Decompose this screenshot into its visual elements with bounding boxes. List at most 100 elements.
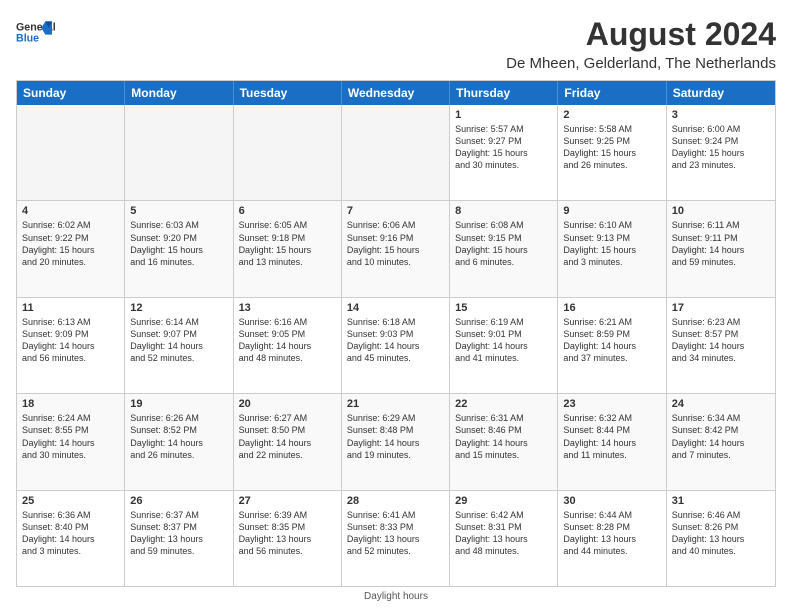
day-cell-4: 4Sunrise: 6:02 AM Sunset: 9:22 PM Daylig…: [17, 201, 125, 296]
day-cell-13: 13 Sunrise: 6:16 AM Sunset: 9:05 PM Dayli…: [234, 298, 342, 393]
calendar: SundayMondayTuesdayWednesdayThursdayFrid…: [16, 80, 776, 587]
cell-info: Sunrise: 6:32 AM Sunset: 8:44 PM Dayligh…: [563, 412, 660, 461]
day-number: 13: [239, 302, 336, 314]
day-number: 31: [672, 495, 770, 507]
cell-info: Sunrise: 6:31 AM Sunset: 8:46 PM Dayligh…: [455, 412, 552, 461]
day-number: 14: [347, 302, 444, 314]
cell-info: Sunrise: 6:37 AM Sunset: 8:37 PM Dayligh…: [130, 509, 227, 558]
cell-info: Sunrise: 6:24 AM Sunset: 8:55 PM Dayligh…: [22, 412, 119, 461]
day-cell-15: 15 Sunrise: 6:19 AM Sunset: 9:01 PM Dayli…: [450, 298, 558, 393]
empty-cell: [125, 105, 233, 200]
header-day-saturday: Saturday: [667, 81, 775, 105]
day-cell-25: 25Sunrise: 6:36 AM Sunset: 8:40 PM Dayli…: [17, 491, 125, 586]
page: General Blue August 2024 De Mheen, Gelde…: [0, 0, 792, 612]
day-cell-30: 30 Sunrise: 6:44 AM Sunset: 8:28 PM Dayli…: [558, 491, 666, 586]
day-cell-11: 11Sunrise: 6:13 AM Sunset: 9:09 PM Dayli…: [17, 298, 125, 393]
footer-note: Daylight hours: [16, 591, 776, 602]
logo: General Blue: [16, 16, 56, 52]
day-cell-3: 3 Sunrise: 6:00 AM Sunset: 9:24 PM Daylig…: [667, 105, 775, 200]
cell-info: Sunrise: 6:06 AM Sunset: 9:16 PM Dayligh…: [347, 219, 444, 268]
week-row-2: 4Sunrise: 6:02 AM Sunset: 9:22 PM Daylig…: [17, 200, 775, 296]
day-cell-29: 29Sunrise: 6:42 AM Sunset: 8:31 PM Dayli…: [450, 491, 558, 586]
cell-info: Sunrise: 6:23 AM Sunset: 8:57 PM Dayligh…: [672, 316, 770, 365]
cell-info: Sunrise: 6:41 AM Sunset: 8:33 PM Dayligh…: [347, 509, 444, 558]
header-day-monday: Monday: [125, 81, 233, 105]
day-number: 23: [563, 398, 660, 410]
location: De Mheen, Gelderland, The Netherlands: [506, 55, 776, 72]
cell-info: Sunrise: 6:00 AM Sunset: 9:24 PM Dayligh…: [672, 123, 770, 172]
day-number: 15: [455, 302, 552, 314]
day-number: 9: [563, 205, 660, 217]
cell-info: Sunrise: 6:42 AM Sunset: 8:31 PM Dayligh…: [455, 509, 552, 558]
cell-info: Sunrise: 6:08 AM Sunset: 9:15 PM Dayligh…: [455, 219, 552, 268]
cell-info: Sunrise: 6:26 AM Sunset: 8:52 PM Dayligh…: [130, 412, 227, 461]
day-cell-26: 26 Sunrise: 6:37 AM Sunset: 8:37 PM Dayli…: [125, 491, 233, 586]
cell-info: Sunrise: 6:16 AM Sunset: 9:05 PM Dayligh…: [239, 316, 336, 365]
day-number: 19: [130, 398, 227, 410]
day-number: 22: [455, 398, 552, 410]
cell-info: Sunrise: 6:21 AM Sunset: 8:59 PM Dayligh…: [563, 316, 660, 365]
day-cell-31: 31 Sunrise: 6:46 AM Sunset: 8:26 PM Dayli…: [667, 491, 775, 586]
day-cell-28: 28 Sunrise: 6:41 AM Sunset: 8:33 PM Dayli…: [342, 491, 450, 586]
empty-cell: [234, 105, 342, 200]
cell-info: Sunrise: 6:34 AM Sunset: 8:42 PM Dayligh…: [672, 412, 770, 461]
header-day-friday: Friday: [558, 81, 666, 105]
day-cell-8: 8 Sunrise: 6:08 AM Sunset: 9:15 PM Daylig…: [450, 201, 558, 296]
day-cell-27: 27 Sunrise: 6:39 AM Sunset: 8:35 PM Dayli…: [234, 491, 342, 586]
week-row-3: 11Sunrise: 6:13 AM Sunset: 9:09 PM Dayli…: [17, 297, 775, 393]
cell-info: Sunrise: 5:58 AM Sunset: 9:25 PM Dayligh…: [563, 123, 660, 172]
cell-info: Sunrise: 5:57 AM Sunset: 9:27 PM Dayligh…: [455, 123, 552, 172]
day-cell-7: 7 Sunrise: 6:06 AM Sunset: 9:16 PM Daylig…: [342, 201, 450, 296]
day-number: 3: [672, 109, 770, 121]
week-row-5: 25Sunrise: 6:36 AM Sunset: 8:40 PM Dayli…: [17, 490, 775, 586]
header-day-sunday: Sunday: [17, 81, 125, 105]
empty-cell: [17, 105, 125, 200]
day-number: 2: [563, 109, 660, 121]
day-number: 30: [563, 495, 660, 507]
cell-info: Sunrise: 6:13 AM Sunset: 9:09 PM Dayligh…: [22, 316, 119, 365]
day-number: 18: [22, 398, 119, 410]
month-year: August 2024: [506, 16, 776, 53]
day-number: 12: [130, 302, 227, 314]
day-number: 8: [455, 205, 552, 217]
day-cell-12: 12Sunrise: 6:14 AM Sunset: 9:07 PM Dayli…: [125, 298, 233, 393]
day-cell-16: 16Sunrise: 6:21 AM Sunset: 8:59 PM Dayli…: [558, 298, 666, 393]
day-cell-6: 6 Sunrise: 6:05 AM Sunset: 9:18 PM Daylig…: [234, 201, 342, 296]
day-cell-14: 14 Sunrise: 6:18 AM Sunset: 9:03 PM Dayli…: [342, 298, 450, 393]
cell-info: Sunrise: 6:39 AM Sunset: 8:35 PM Dayligh…: [239, 509, 336, 558]
cell-info: Sunrise: 6:10 AM Sunset: 9:13 PM Dayligh…: [563, 219, 660, 268]
day-number: 17: [672, 302, 770, 314]
day-number: 10: [672, 205, 770, 217]
day-number: 24: [672, 398, 770, 410]
cell-info: Sunrise: 6:18 AM Sunset: 9:03 PM Dayligh…: [347, 316, 444, 365]
header-day-tuesday: Tuesday: [234, 81, 342, 105]
header-day-wednesday: Wednesday: [342, 81, 450, 105]
day-cell-5: 5 Sunrise: 6:03 AM Sunset: 9:20 PM Daylig…: [125, 201, 233, 296]
day-number: 25: [22, 495, 119, 507]
day-cell-2: 2 Sunrise: 5:58 AM Sunset: 9:25 PM Daylig…: [558, 105, 666, 200]
cell-info: Sunrise: 6:27 AM Sunset: 8:50 PM Dayligh…: [239, 412, 336, 461]
day-cell-10: 10 Sunrise: 6:11 AM Sunset: 9:11 PM Dayli…: [667, 201, 775, 296]
day-cell-19: 19 Sunrise: 6:26 AM Sunset: 8:52 PM Dayli…: [125, 394, 233, 489]
cell-info: Sunrise: 6:19 AM Sunset: 9:01 PM Dayligh…: [455, 316, 552, 365]
day-number: 26: [130, 495, 227, 507]
day-number: 6: [239, 205, 336, 217]
day-cell-20: 20Sunrise: 6:27 AM Sunset: 8:50 PM Dayli…: [234, 394, 342, 489]
svg-text:Blue: Blue: [16, 32, 39, 44]
week-row-1: 1Sunrise: 5:57 AM Sunset: 9:27 PM Daylig…: [17, 105, 775, 200]
day-number: 21: [347, 398, 444, 410]
day-cell-22: 22 Sunrise: 6:31 AM Sunset: 8:46 PM Dayli…: [450, 394, 558, 489]
cell-info: Sunrise: 6:44 AM Sunset: 8:28 PM Dayligh…: [563, 509, 660, 558]
cell-info: Sunrise: 6:46 AM Sunset: 8:26 PM Dayligh…: [672, 509, 770, 558]
day-number: 28: [347, 495, 444, 507]
week-row-4: 18 Sunrise: 6:24 AM Sunset: 8:55 PM Dayli…: [17, 393, 775, 489]
cell-info: Sunrise: 6:11 AM Sunset: 9:11 PM Dayligh…: [672, 219, 770, 268]
day-number: 5: [130, 205, 227, 217]
cell-info: Sunrise: 6:03 AM Sunset: 9:20 PM Dayligh…: [130, 219, 227, 268]
cell-info: Sunrise: 6:05 AM Sunset: 9:18 PM Dayligh…: [239, 219, 336, 268]
day-number: 7: [347, 205, 444, 217]
logo-icon: General Blue: [16, 16, 56, 52]
day-cell-18: 18 Sunrise: 6:24 AM Sunset: 8:55 PM Dayli…: [17, 394, 125, 489]
day-cell-17: 17 Sunrise: 6:23 AM Sunset: 8:57 PM Dayli…: [667, 298, 775, 393]
day-number: 27: [239, 495, 336, 507]
